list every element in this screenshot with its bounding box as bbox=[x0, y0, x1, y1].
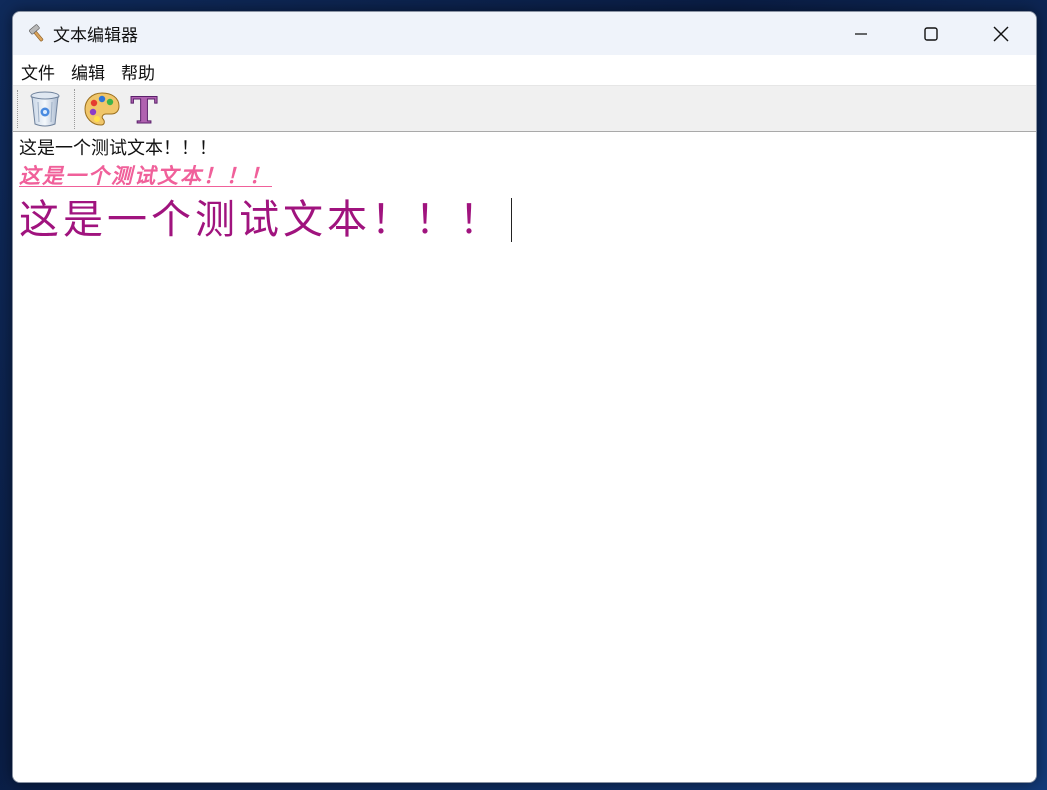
hammer-icon bbox=[25, 23, 47, 45]
color-palette-icon bbox=[84, 91, 120, 126]
toolbar-separator bbox=[74, 88, 75, 129]
menu-edit[interactable]: 编辑 bbox=[71, 57, 105, 84]
close-button[interactable] bbox=[966, 12, 1036, 55]
title-bar[interactable]: 文本编辑器 bbox=[13, 12, 1036, 55]
font-button[interactable]: T bbox=[123, 88, 165, 130]
clear-button[interactable] bbox=[24, 88, 66, 130]
menu-help[interactable]: 帮助 bbox=[121, 57, 155, 84]
toolbar-grip[interactable] bbox=[17, 89, 20, 128]
minimize-button[interactable] bbox=[826, 12, 896, 55]
maximize-icon bbox=[924, 26, 938, 41]
close-icon bbox=[993, 26, 1009, 41]
editor-line-styled: 这是一个测试文本！！！ bbox=[19, 164, 272, 188]
menu-file[interactable]: 文件 bbox=[21, 57, 55, 84]
recycle-bin-icon bbox=[30, 91, 60, 126]
text-caret bbox=[511, 198, 512, 242]
window-controls bbox=[826, 12, 1036, 55]
menu-bar: 文件 编辑 帮助 bbox=[13, 55, 1036, 86]
maximize-button[interactable] bbox=[896, 12, 966, 55]
editor-line-large: 这是一个测试文本！！！ bbox=[19, 192, 512, 248]
svg-text:T: T bbox=[131, 91, 158, 127]
minimize-icon bbox=[855, 32, 867, 35]
app-window: 文本编辑器 文件 编辑 帮助 T 这是一个测试文本！！！ 这是一个测试文本！！！… bbox=[12, 11, 1037, 783]
font-icon: T bbox=[130, 91, 158, 127]
text-editor-area[interactable]: 这是一个测试文本！！！ 这是一个测试文本！！！ 这是一个测试文本！！！ bbox=[13, 132, 1036, 782]
editor-line-plain: 这是一个测试文本！！！ bbox=[19, 138, 217, 159]
editor-line-large-text: 这是一个测试文本！！！ bbox=[19, 197, 503, 243]
window-title: 文本编辑器 bbox=[53, 26, 138, 46]
toolbar: T bbox=[13, 86, 1036, 132]
color-button[interactable] bbox=[81, 88, 123, 130]
